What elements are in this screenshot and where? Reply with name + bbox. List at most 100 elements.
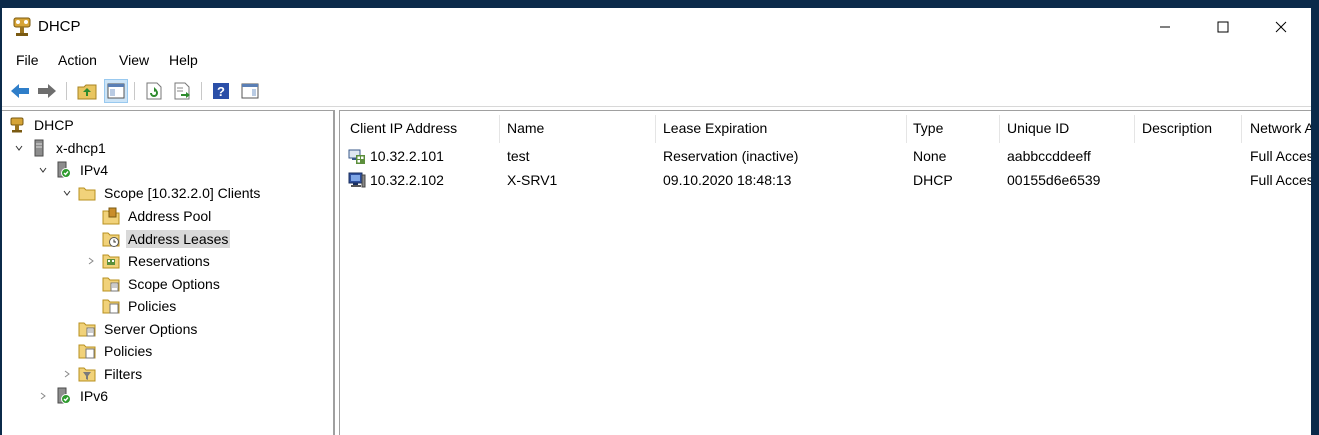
tree-item-label: Filters [104, 366, 143, 382]
chevron-right-icon[interactable] [84, 254, 98, 268]
ipv6-icon [54, 387, 72, 405]
chevron-right-icon[interactable] [60, 367, 74, 381]
tree-item-ipv6[interactable]: IPv6 [36, 385, 110, 407]
cell-client-ip: 10.32.2.101 [370, 148, 444, 164]
tree-item-label: DHCP [34, 117, 74, 133]
filters-icon [78, 365, 96, 383]
server-icon [30, 139, 48, 157]
menu-view[interactable]: View [119, 52, 149, 68]
export-list-button[interactable] [170, 79, 194, 103]
cell-network-access: Full Acces [1250, 172, 1311, 188]
show-hide-console-tree-button[interactable] [104, 79, 128, 103]
help-button[interactable]: ? [209, 79, 233, 103]
svg-text:?: ? [217, 84, 225, 99]
close-button[interactable] [1252, 8, 1310, 46]
tree-item-server-options[interactable]: Server Options [78, 318, 199, 340]
policies-icon [102, 297, 120, 315]
forward-button[interactable] [35, 79, 59, 103]
minimize-icon [1160, 26, 1170, 28]
cell-name: X-SRV1 [507, 172, 558, 188]
lease-client-icon [348, 171, 366, 189]
tree-item-label: Scope Options [128, 276, 220, 292]
column-divider[interactable] [499, 115, 500, 143]
title-bar[interactable]: DHCP [2, 8, 1311, 46]
address-leases-icon [102, 230, 120, 248]
tree-item-address-leases[interactable]: Address Leases [102, 228, 231, 250]
close-icon [1275, 21, 1287, 33]
column-header-type[interactable]: Type [913, 120, 943, 142]
tree-item-dhcp[interactable]: DHCP [8, 114, 76, 136]
tree-item-address-pool[interactable]: Address Pool [102, 205, 213, 227]
tree-item-server-x-dhcp1[interactable]: x-dhcp1 [12, 137, 108, 159]
toolbar: ? [2, 76, 1311, 107]
window-title: DHCP [38, 18, 81, 35]
tree-item-label: Scope [10.32.2.0] Clients [104, 185, 261, 201]
tree-item-policies[interactable]: Policies [78, 340, 154, 362]
address-pool-icon [102, 207, 120, 225]
cell-client-ip: 10.32.2.102 [370, 172, 444, 188]
folder-icon [78, 184, 96, 202]
column-divider[interactable] [999, 115, 1000, 143]
tree-item-filters[interactable]: Filters [60, 363, 144, 385]
menu-action[interactable]: Action [58, 52, 97, 68]
cell-type: None [913, 148, 947, 164]
chevron-down-icon[interactable] [12, 141, 26, 155]
refresh-icon [146, 82, 162, 100]
menu-bar: File Action View Help [2, 48, 1311, 72]
folder-up-icon [77, 84, 97, 100]
console-tree-icon [107, 83, 125, 99]
cell-unique-id: aabbccddeeff [1007, 148, 1091, 164]
tree-item-label: Reservations [128, 253, 210, 269]
action-pane-icon [241, 83, 259, 99]
column-header-lease-expiration[interactable]: Lease Expiration [663, 120, 767, 142]
toolbar-separator [66, 82, 67, 100]
reservation-client-icon [348, 147, 366, 165]
cell-lease-expiration: 09.10.2020 18:48:13 [663, 172, 792, 188]
show-hide-action-pane-button[interactable] [238, 79, 262, 103]
column-header-unique-id[interactable]: Unique ID [1007, 120, 1069, 142]
tree-item-label: x-dhcp1 [56, 140, 106, 156]
tree-item-label: Policies [104, 343, 153, 359]
back-button[interactable] [8, 79, 32, 103]
maximize-button[interactable] [1194, 8, 1252, 46]
tree-item-reservations[interactable]: Reservations [84, 250, 212, 272]
results-list[interactable]: Client IP Address Name Lease Expiration … [339, 110, 1311, 435]
column-divider[interactable] [1134, 115, 1135, 143]
dhcp-window: DHCP File Action View Help ? DHCP x-dhcp… [2, 8, 1311, 435]
policies-icon [78, 342, 96, 360]
column-divider[interactable] [1241, 115, 1242, 143]
cell-unique-id: 00155d6e6539 [1007, 172, 1101, 188]
chevron-down-icon[interactable] [60, 186, 74, 200]
cell-type: DHCP [913, 172, 953, 188]
maximize-icon [1217, 21, 1229, 33]
tree-item-scope-options[interactable]: Scope Options [102, 273, 222, 295]
tree-item-label: Policies [128, 298, 177, 314]
column-divider[interactable] [906, 115, 907, 143]
server-options-icon [78, 320, 96, 338]
refresh-button[interactable] [142, 79, 166, 103]
tree-item-scope-policies[interactable]: Policies [102, 295, 178, 317]
tree-item-ipv4[interactable]: IPv4 [36, 159, 110, 181]
chevron-down-icon[interactable] [36, 163, 50, 177]
tree-item-label: IPv4 [80, 162, 109, 178]
cell-network-access: Full Acces [1250, 148, 1311, 164]
column-divider[interactable] [655, 115, 656, 143]
minimize-button[interactable] [1136, 8, 1194, 46]
back-arrow-icon [11, 84, 29, 98]
ipv4-icon [54, 161, 72, 179]
forward-arrow-icon [38, 84, 56, 98]
console-tree[interactable]: DHCP x-dhcp1 IPv4 Scope [10.32.2.0] Clie… [2, 110, 335, 435]
menu-file[interactable]: File [16, 52, 39, 68]
column-header-description[interactable]: Description [1142, 120, 1212, 142]
menu-help[interactable]: Help [169, 52, 198, 68]
reservations-icon [102, 252, 120, 270]
dhcp-app-icon [10, 15, 34, 39]
column-header-network-access[interactable]: Network A [1250, 120, 1311, 142]
up-one-level-button[interactable] [75, 79, 99, 103]
export-list-icon [174, 82, 190, 100]
chevron-right-icon[interactable] [36, 389, 50, 403]
tree-item-scope[interactable]: Scope [10.32.2.0] Clients [60, 182, 262, 204]
cell-name: test [507, 148, 530, 164]
column-header-client-ip[interactable]: Client IP Address [350, 120, 457, 142]
column-header-name[interactable]: Name [507, 120, 544, 142]
